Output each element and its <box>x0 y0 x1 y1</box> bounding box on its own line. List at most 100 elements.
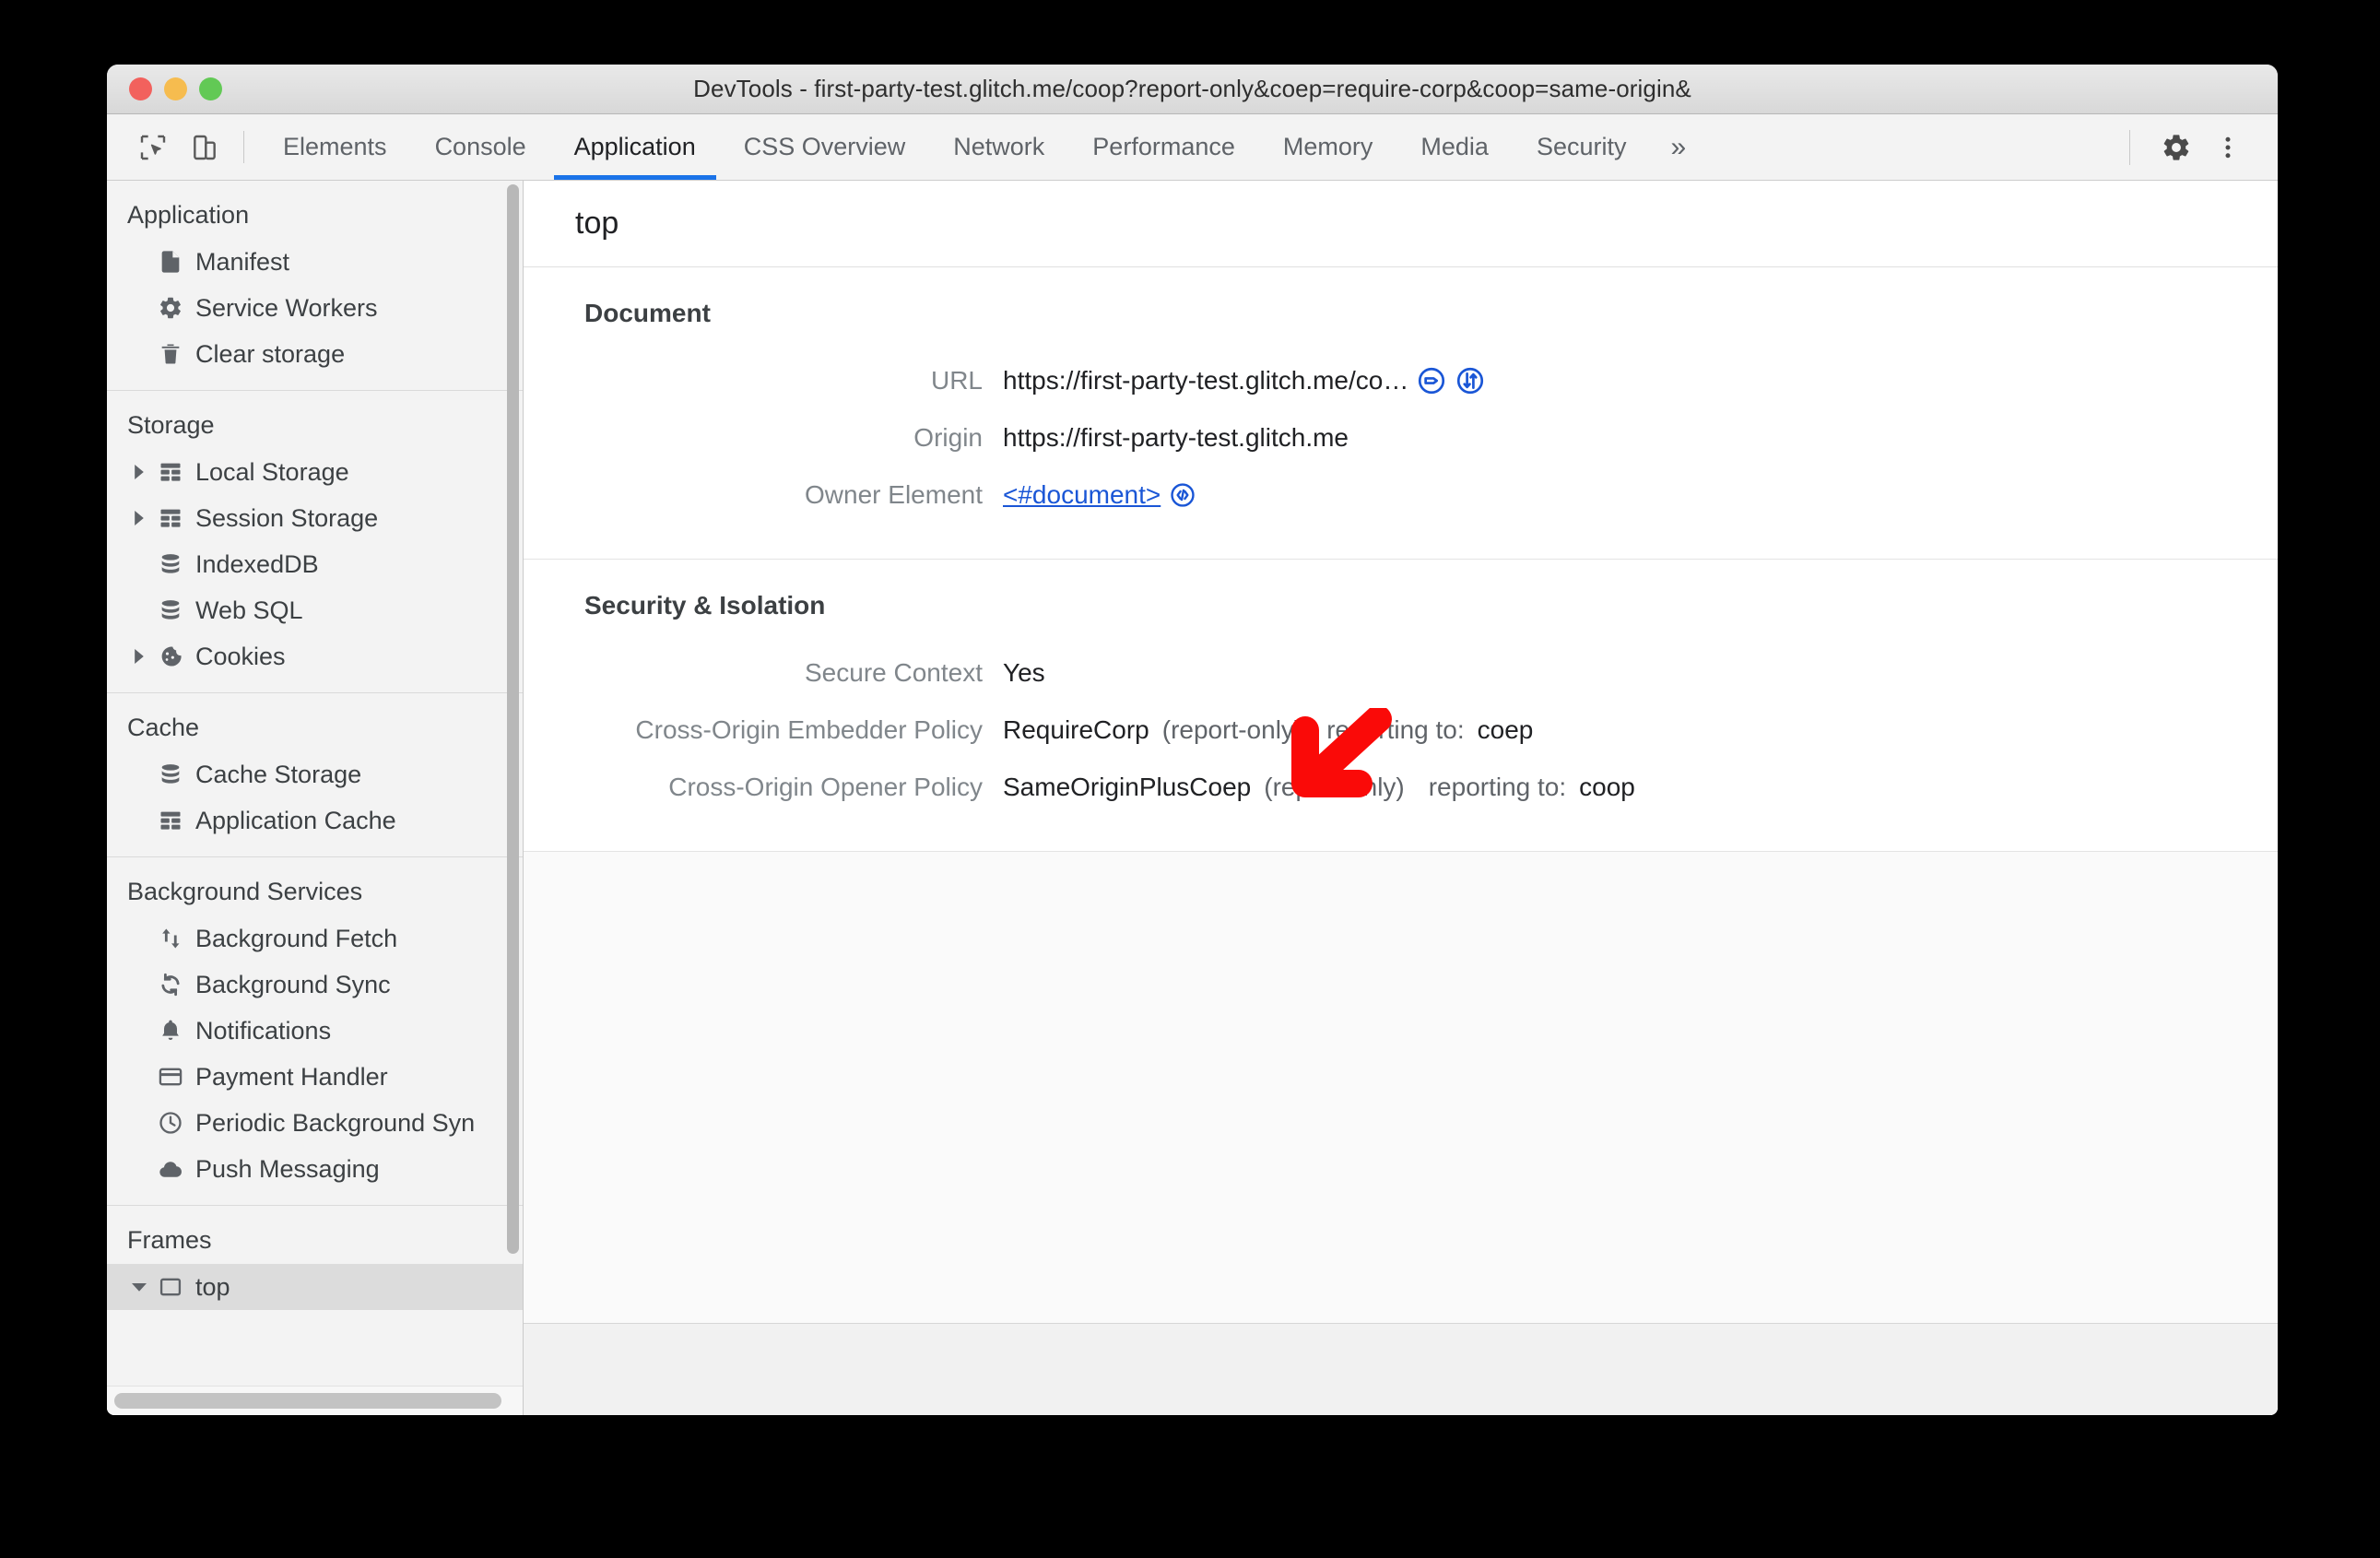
sidebar-item-local-storage[interactable]: Local Storage <box>107 449 523 495</box>
device-toolbar-icon[interactable] <box>179 114 230 180</box>
manifest-document-icon <box>151 249 190 275</box>
sidebar-group-title: Application <box>127 201 250 229</box>
open-in-sources-icon[interactable] <box>1168 480 1197 510</box>
row-value: https://first-party-test.glitch.me <box>1003 423 1349 453</box>
tab-security[interactable]: Security <box>1513 114 1651 180</box>
tab-performance[interactable]: Performance <box>1068 114 1259 180</box>
sidebar-horizontal-scrollbar[interactable] <box>107 1386 523 1415</box>
row-key: Owner Element <box>805 480 983 509</box>
tab-memory[interactable]: Memory <box>1259 114 1397 180</box>
sidebar-item-frame-top[interactable]: top <box>107 1264 523 1310</box>
zoom-button[interactable] <box>199 77 222 100</box>
inspect-element-icon[interactable] <box>127 114 179 180</box>
panel-tabs: Elements Console Application CSS Overvie… <box>259 114 2129 180</box>
sidebar-item-cookies[interactable]: Cookies <box>107 633 523 679</box>
sidebar-item-label: Session Storage <box>195 503 379 532</box>
row-key: Cross-Origin Embedder Policy <box>635 715 983 744</box>
section-title: Document <box>584 299 711 327</box>
section-title: Security & Isolation <box>584 591 826 620</box>
coep-reporting-endpoint: coep <box>1477 715 1534 744</box>
close-button[interactable] <box>129 77 152 100</box>
database-icon <box>151 551 190 577</box>
sidebar-group-storage: Storage Local Storage Session Storage In… <box>107 391 523 693</box>
tab-css-overview[interactable]: CSS Overview <box>720 114 930 180</box>
sidebar-item-label: Cache Storage <box>195 760 362 788</box>
sidebar-item-web-sql[interactable]: Web SQL <box>107 587 523 633</box>
chevron-right-icon[interactable] <box>127 649 151 664</box>
coop-value: SameOriginPlusCoep <box>1003 773 1252 801</box>
sidebar-group-title: Frames <box>127 1226 212 1254</box>
sidebar-item-label: Cookies <box>195 642 286 670</box>
sidebar-item-manifest[interactable]: Manifest <box>107 239 523 285</box>
row-cross-origin-opener-policy: Cross-Origin Opener Policy SameOriginPlu… <box>524 759 2278 816</box>
sidebar-item-label: Push Messaging <box>195 1154 380 1183</box>
table-icon <box>151 505 190 531</box>
tab-media[interactable]: Media <box>1396 114 1513 180</box>
bell-icon <box>151 1018 190 1044</box>
chevron-right-icon[interactable] <box>127 465 151 479</box>
sidebar-item-label: Application Cache <box>195 806 396 834</box>
sidebar-item-label: IndexedDB <box>195 549 319 578</box>
tab-application[interactable]: Application <box>550 114 720 180</box>
sidebar-group-title: Cache <box>127 714 200 741</box>
sidebar-item-service-workers[interactable]: Service Workers <box>107 285 523 331</box>
sidebar-item-background-sync[interactable]: Background Sync <box>107 962 523 1008</box>
database-icon <box>151 761 190 787</box>
devtools-window: DevTools - first-party-test.glitch.me/co… <box>107 65 2278 1415</box>
sidebar-item-label: Service Workers <box>195 293 378 322</box>
url-value: https://first-party-test.glitch.me/co… <box>1003 366 1409 395</box>
sidebar-vertical-scrollbar[interactable] <box>507 184 519 1254</box>
coop-reporting-endpoint: coop <box>1579 773 1635 801</box>
sidebar-item-notifications[interactable]: Notifications <box>107 1008 523 1054</box>
row-url: URL https://first-party-test.glitch.me/c… <box>524 352 2278 409</box>
sidebar-item-label: Periodic Background Syn <box>195 1108 476 1137</box>
sidebar-group-title: Storage <box>127 411 215 439</box>
row-value: Yes <box>1003 658 1045 688</box>
sidebar-group-frames: Frames top <box>107 1206 523 1323</box>
sidebar-item-clear-storage[interactable]: Clear storage <box>107 331 523 377</box>
cloud-icon <box>151 1156 190 1182</box>
chevron-right-icon[interactable] <box>127 511 151 525</box>
section-security-isolation: Security & Isolation Secure Context Yes … <box>524 560 2278 852</box>
frame-icon <box>151 1274 190 1300</box>
reveal-in-network-icon[interactable] <box>1455 365 1486 396</box>
sidebar-group-application: Application Manifest Service Workers Cle… <box>107 181 523 391</box>
credit-card-icon <box>151 1064 190 1090</box>
trash-icon <box>151 341 190 367</box>
table-icon <box>151 808 190 833</box>
sidebar-item-periodic-background-sync[interactable]: Periodic Background Syn <box>107 1100 523 1146</box>
row-key: URL <box>930 366 983 395</box>
sidebar-item-application-cache[interactable]: Application Cache <box>107 797 523 844</box>
gear-icon[interactable] <box>2150 122 2202 173</box>
sidebar-item-indexeddb[interactable]: IndexedDB <box>107 541 523 587</box>
sidebar-item-cache-storage[interactable]: Cache Storage <box>107 751 523 797</box>
owner-element-link[interactable]: <#document> <box>1003 480 1161 510</box>
sidebar-item-label: Web SQL <box>195 596 303 624</box>
tab-console[interactable]: Console <box>411 114 550 180</box>
tab-elements[interactable]: Elements <box>259 114 411 180</box>
sidebar-item-session-storage[interactable]: Session Storage <box>107 495 523 541</box>
row-value: SameOriginPlusCoep (report-only) reporti… <box>1003 773 1635 802</box>
window-title-bar: DevTools - first-party-test.glitch.me/co… <box>107 65 2278 114</box>
sidebar-item-push-messaging[interactable]: Push Messaging <box>107 1146 523 1192</box>
devtools-body: Application Manifest Service Workers Cle… <box>107 181 2278 1415</box>
sidebar-item-label: Manifest <box>195 247 290 276</box>
sidebar-item-label: Clear storage <box>195 339 346 368</box>
secure-context-value: Yes <box>1003 658 1045 687</box>
scrollbar-thumb[interactable] <box>114 1393 501 1409</box>
reveal-in-elements-icon[interactable] <box>1416 365 1447 396</box>
sidebar-item-background-fetch[interactable]: Background Fetch <box>107 915 523 962</box>
chevron-down-icon[interactable] <box>127 1280 151 1294</box>
cookie-icon <box>151 643 190 669</box>
kebab-menu-icon[interactable] <box>2202 122 2254 173</box>
minimize-button[interactable] <box>164 77 187 100</box>
row-origin: Origin https://first-party-test.glitch.m… <box>524 409 2278 466</box>
row-value: RequireCorp (report-only) reporting to: … <box>1003 715 1533 745</box>
database-icon <box>151 597 190 623</box>
sidebar-item-payment-handler[interactable]: Payment Handler <box>107 1054 523 1100</box>
more-tabs-icon[interactable]: » <box>1650 114 1706 180</box>
toolbar-divider <box>243 131 244 163</box>
coep-value: RequireCorp <box>1003 715 1149 744</box>
arrows-up-down-icon <box>151 926 190 951</box>
tab-network[interactable]: Network <box>929 114 1068 180</box>
